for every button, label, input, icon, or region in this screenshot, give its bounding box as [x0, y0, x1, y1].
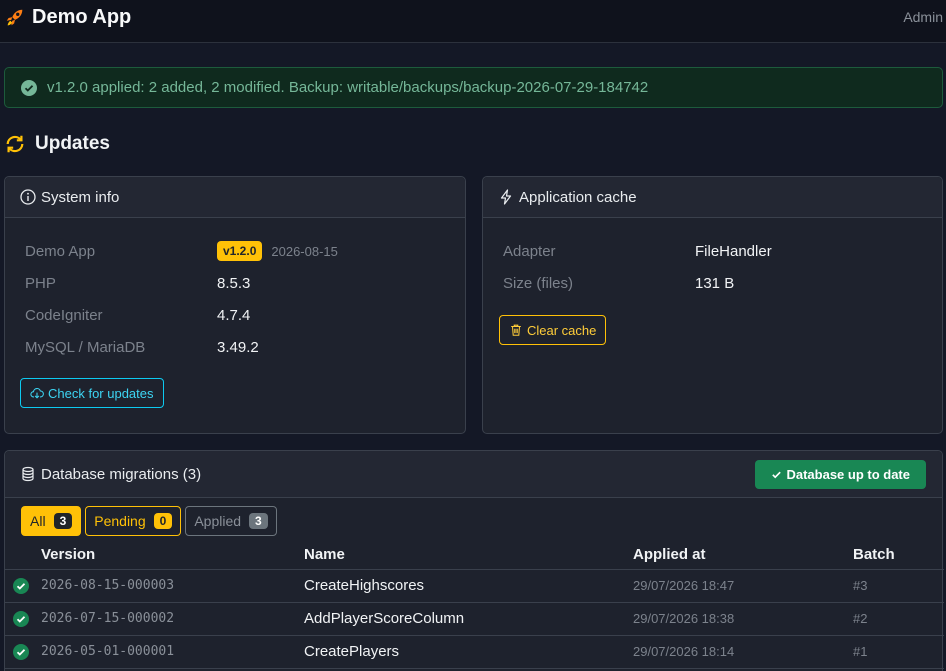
status-cell	[5, 569, 41, 603]
navbar: Demo App Admin	[0, 0, 946, 43]
cache-label: Size (files)	[503, 274, 574, 292]
cloud-download-icon	[30, 388, 44, 399]
check-updates-label: Check for updates	[48, 385, 154, 401]
table-header-row: Version Name Applied at Batch	[5, 541, 944, 570]
app-cache-card: Application cache Adapter FileHandler Si…	[482, 176, 943, 434]
table-row: 2026-05-01-000001 CreatePlayers 29/07/20…	[5, 635, 944, 669]
page-title-text: Updates	[35, 133, 110, 154]
filter-label: Pending	[94, 513, 146, 529]
applied-check-icon	[13, 643, 29, 660]
filter-label: Applied	[194, 513, 242, 529]
version-badge: v1.2.0	[217, 241, 263, 261]
database-icon	[22, 466, 34, 482]
user-menu[interactable]: Admin	[903, 9, 943, 25]
migration-applied-at: 29/07/2026 18:47	[633, 569, 853, 603]
status-cell	[5, 635, 41, 669]
col-batch: Batch	[853, 541, 944, 570]
filter-label: All	[30, 513, 46, 529]
migrations-header: Database migrations (3) Database up to d…	[5, 451, 942, 498]
app-cache-title: Application cache	[519, 188, 637, 206]
sysinfo-value: 3.49.2	[217, 338, 259, 356]
brand-title: Demo App	[32, 6, 132, 28]
applied-check-icon	[13, 610, 29, 627]
migrations-title: Database migrations (3)	[41, 465, 202, 483]
refresh-icon	[6, 135, 24, 153]
success-alert: v1.2.0 applied: 2 added, 2 modified. Bac…	[4, 67, 943, 108]
col-status	[5, 541, 41, 570]
info-icon	[20, 189, 36, 205]
trash-icon	[511, 324, 521, 336]
system-info-header: System info	[5, 177, 465, 218]
rocket-icon	[6, 9, 23, 25]
sysinfo-label: PHP	[25, 274, 56, 292]
migration-applied-at: 29/07/2026 18:38	[633, 602, 853, 636]
cache-label: Adapter	[503, 242, 556, 260]
filter-pending[interactable]: Pending 0	[85, 506, 182, 536]
col-version: Version	[41, 541, 304, 570]
sysinfo-label: MySQL / MariaDB	[25, 338, 146, 356]
db-status-label: Database up to date	[786, 466, 910, 482]
app-cache-header: Application cache	[483, 177, 942, 218]
migration-version: 2026-07-15-000002	[41, 602, 304, 636]
migration-name: CreateHighscores	[304, 569, 633, 603]
table-row: 2026-07-15-000002 AddPlayerScoreColumn 2…	[5, 602, 944, 636]
lightning-icon	[500, 189, 512, 205]
check-updates-button[interactable]: Check for updates	[20, 378, 164, 408]
filter-count: 3	[249, 513, 268, 529]
sysinfo-value: 8.5.3	[217, 274, 251, 292]
migration-batch: #1	[853, 635, 944, 669]
filter-count: 3	[53, 513, 73, 529]
migration-applied-at: 29/07/2026 18:14	[633, 635, 853, 669]
filter-count: 0	[153, 513, 173, 529]
sysinfo-label: CodeIgniter	[25, 306, 103, 324]
migration-name: CreatePlayers	[304, 635, 633, 669]
status-cell	[5, 602, 41, 636]
table-row: 2026-08-15-000003 CreateHighscores 29/07…	[5, 569, 944, 603]
migrations-table: Version Name Applied at Batch 2026-08-15…	[5, 541, 944, 669]
db-status-button[interactable]: Database up to date	[755, 459, 926, 489]
check-icon	[772, 471, 782, 478]
page-title: Updates	[4, 133, 110, 155]
clear-cache-button[interactable]: Clear cache	[499, 315, 607, 345]
migration-filters: All 3 Pending 0 Applied 3	[21, 506, 281, 536]
migrations-card: Database migrations (3) Database up to d…	[4, 450, 944, 671]
col-applied-at: Applied at	[633, 541, 853, 570]
migration-batch: #3	[853, 569, 944, 603]
brand-link[interactable]: Demo App	[4, 6, 131, 29]
system-info-title: System info	[41, 188, 120, 206]
migration-version: 2026-08-15-000003	[41, 569, 304, 603]
release-date: 2026-08-15	[271, 243, 338, 259]
sysinfo-label: Demo App	[25, 242, 96, 260]
sysinfo-value-app: v1.2.0 2026-08-15	[217, 241, 338, 261]
migration-batch: #2	[853, 602, 944, 636]
filter-applied[interactable]: Applied 3	[185, 506, 277, 536]
cache-value: 131 B	[695, 274, 735, 292]
system-info-card: System info Demo App v1.2.0 2026-08-15 P…	[4, 176, 466, 434]
alert-text: v1.2.0 applied: 2 added, 2 modified. Bac…	[47, 79, 649, 96]
sysinfo-value: 4.7.4	[217, 306, 251, 324]
clear-cache-label: Clear cache	[527, 322, 597, 338]
migration-version: 2026-05-01-000001	[41, 635, 304, 669]
applied-check-icon	[13, 577, 29, 594]
cache-value: FileHandler	[695, 242, 772, 260]
filter-all[interactable]: All 3	[21, 506, 82, 536]
check-circle-icon	[21, 79, 37, 96]
migration-name: AddPlayerScoreColumn	[304, 602, 633, 636]
col-name: Name	[304, 541, 633, 570]
